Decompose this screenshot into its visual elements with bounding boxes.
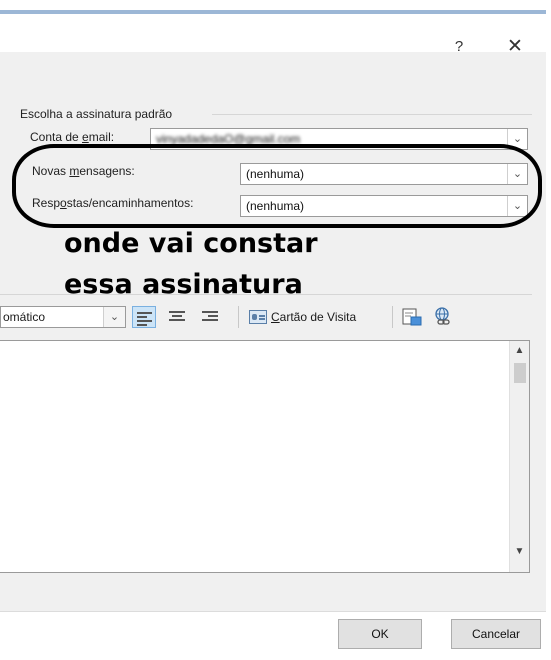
insert-hyperlink-button[interactable] [432,306,456,328]
insert-picture-button[interactable] [400,306,424,328]
align-left-button[interactable] [132,306,156,328]
align-center-button[interactable] [165,306,189,328]
toolbar-divider [0,294,532,295]
business-card-label: Cartão de Visita [271,310,357,324]
annotation-text-line1: onde vai constar [64,228,318,259]
email-account-label: Conta de email: [30,130,115,144]
toolbar-separator [392,306,393,328]
cancel-button[interactable]: Cancelar [451,619,541,649]
annotation-oval [12,144,542,228]
business-card-button[interactable]: Cartão de Visita [247,306,356,328]
scroll-down-icon[interactable]: ▼ [510,544,529,560]
signature-editor[interactable]: ▲ ▼ [0,340,530,573]
window-right-edge [546,0,551,660]
chevron-down-icon: ⌄ [103,307,125,327]
annotation-text-line2: essa assinatura [64,269,303,300]
scroll-up-icon[interactable]: ▲ [510,343,529,359]
hyperlink-icon [435,307,450,325]
toolbar-separator [238,306,239,328]
scroll-thumb[interactable] [514,363,526,383]
title-bar: ? ✕ [0,14,551,57]
insert-picture-icon [402,308,422,326]
ok-button[interactable]: OK [338,619,422,649]
business-card-icon [249,310,267,324]
font-color-select[interactable]: omático ⌄ [0,306,126,328]
editor-scrollbar[interactable]: ▲ ▼ [509,341,529,572]
align-right-button[interactable] [198,306,222,328]
font-color-value: omático [3,310,46,324]
footer-divider [0,611,551,612]
default-signature-group-title: Escolha a assinatura padrão [20,107,173,121]
group-divider [212,114,532,115]
